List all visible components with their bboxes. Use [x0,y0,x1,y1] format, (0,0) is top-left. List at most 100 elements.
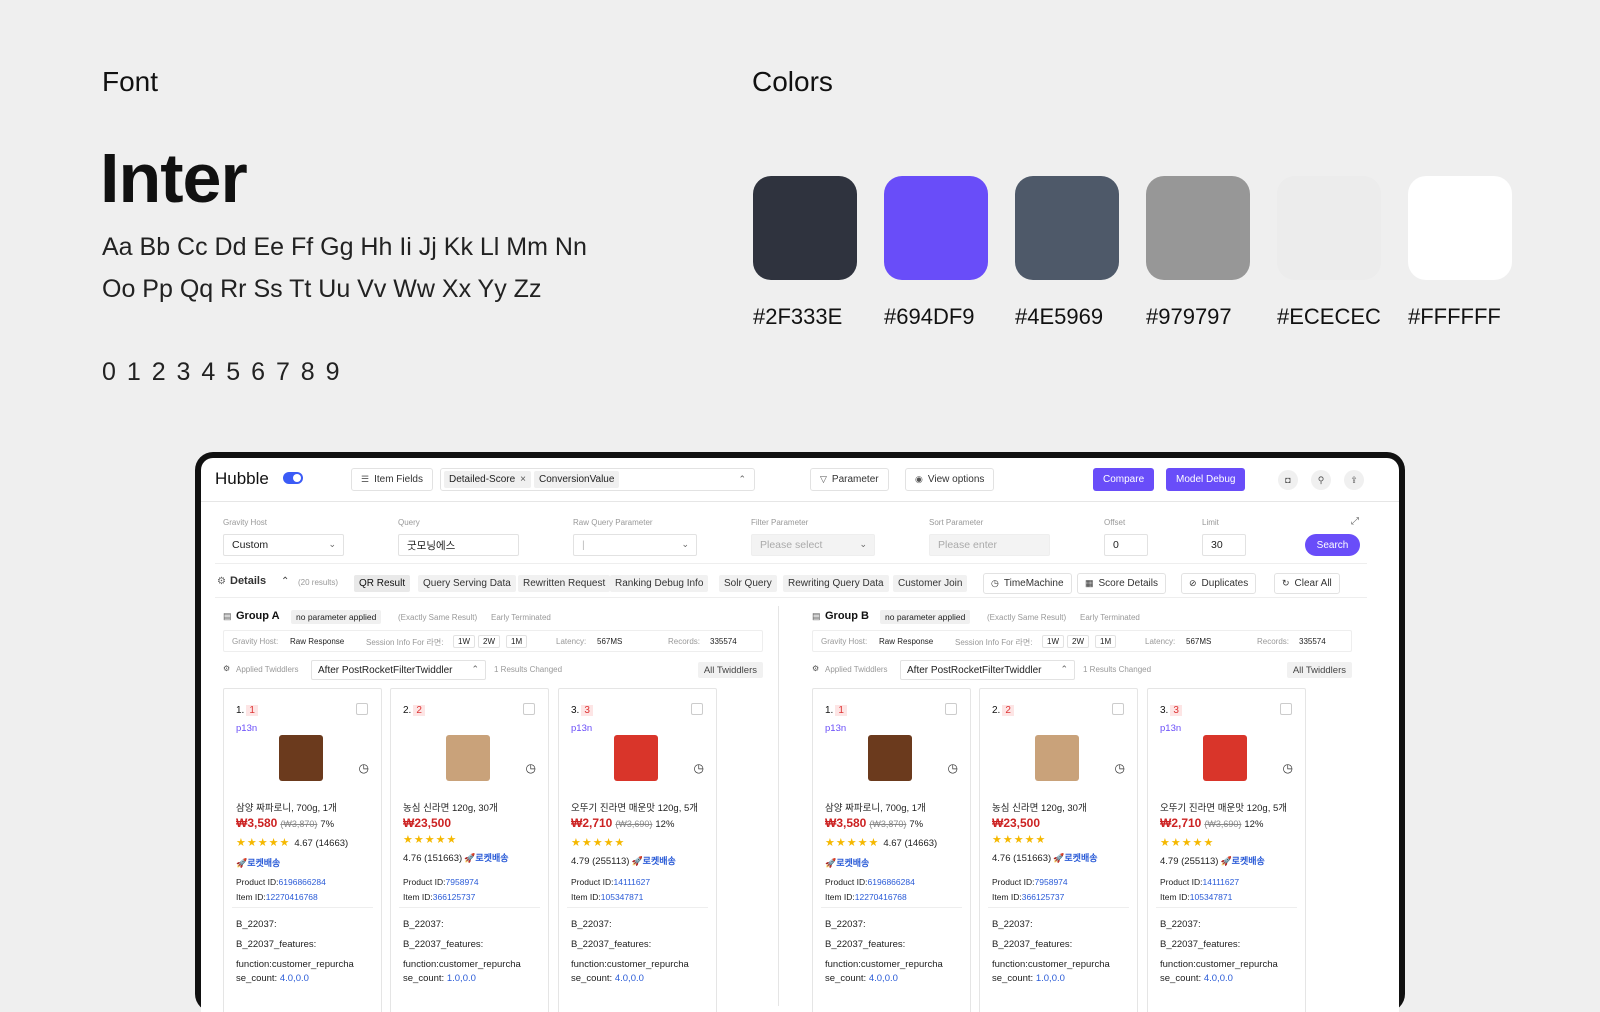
applied-twiddlers-label: Applied Twiddlers [825,665,888,674]
product-id: Product ID:6196866284 [825,877,915,887]
all-twiddlers-button[interactable]: All Twiddlers [1286,662,1352,678]
logo-toggle[interactable] [283,472,303,484]
product-id-value[interactable]: 14111627 [1203,877,1240,887]
item-id-value[interactable]: 12270416768 [855,892,907,902]
history-icon[interactable]: ◷ [526,761,536,775]
raw-query-select[interactable]: | ⌄ [573,534,697,556]
feature-value-number: 4.0,0.0 [868,973,898,984]
history-icon[interactable]: ◷ [1115,761,1125,775]
details-tab[interactable]: Solr Query [719,575,777,592]
offset-input[interactable]: 0 [1104,534,1148,556]
score-fields-select[interactable]: Detailed-Score × ConversionValue ⌃ [440,468,755,491]
results-count: (20 results) [298,578,339,587]
session-2w-chip[interactable]: 2W [478,635,500,648]
item-id-value[interactable]: 366125737 [1022,892,1065,902]
product-image [279,735,323,781]
rating-row: ★★★★★ [1160,836,1214,849]
details-tab[interactable]: Query Serving Data [418,575,516,592]
select-checkbox[interactable] [945,703,957,715]
duplicates-button[interactable]: ⊘ Duplicates [1181,573,1257,594]
session-2w-chip[interactable]: 2W [1067,635,1089,648]
records-value: 335574 [710,637,737,646]
result-group: ▤ Group A no parameter applied (Exactly Sam… [223,606,768,1012]
card-divider [232,907,373,908]
colors-heading: Colors [752,66,833,97]
discount-percent: 7% [909,819,924,830]
select-checkbox[interactable] [691,703,703,715]
product-card[interactable]: 3. 3 p13n ◷ 오뚜기 진라면 매운맛 120g, 5개 ₩2,710 (₩3,69… [1147,688,1306,1012]
session-1w-chip[interactable]: 1W [453,635,475,648]
history-icon[interactable]: ◷ [359,761,369,775]
compare-button[interactable]: Compare [1093,468,1155,491]
session-1m-chip[interactable]: 1M [506,635,528,648]
original-price: (₩3,870) [869,819,907,829]
view-options-button[interactable]: ◉ View options [905,468,995,491]
product-id-value[interactable]: 7958974 [1035,877,1068,887]
link-icon[interactable]: ⚲ [1311,470,1331,490]
product-card[interactable]: 1. 1 p13n ◷ 삼양 짜파로니, 700g, 1개 ₩3,580 (₩3,870) 7… [812,688,971,1012]
product-image [614,735,658,781]
rank-label: 3. 3 [1160,705,1182,716]
limit-input[interactable]: 30 [1202,534,1246,556]
product-id-value[interactable]: 6196866284 [279,877,326,887]
item-id-value[interactable]: 105347871 [601,892,644,902]
gear-icon: ⚙ [217,576,226,587]
parameter-button[interactable]: ▽ Parameter [810,468,889,491]
close-icon[interactable]: × [520,474,526,485]
twiddler-select[interactable]: After PostRocketFilterTwiddler ⌃ [311,660,486,680]
details-tab[interactable]: Rewritten Request [518,575,611,592]
all-twiddlers-button[interactable]: All Twiddlers [697,662,763,678]
product-card[interactable]: 2. 2 ◷ 농심 신라면 120g, 30개 ₩23,500 ★★★★★ 4.76 (15… [979,688,1138,1012]
search-button[interactable]: Search [1305,534,1360,556]
chevron-up-icon[interactable]: ⌃ [281,576,289,587]
share-icon[interactable]: ⇪ [1344,470,1364,490]
select-checkbox[interactable] [523,703,535,715]
query-input[interactable]: 굿모닝에스 [398,534,519,556]
product-card[interactable]: 3. 3 p13n ◷ 오뚜기 진라면 매운맛 120g, 5개 ₩2,710 (₩3,69… [558,688,717,1012]
feature-value: se_count: 4.0,0.0 [236,973,309,984]
time-machine-button[interactable]: ◷ TimeMachine [983,573,1072,594]
select-checkbox[interactable] [356,703,368,715]
details-tab[interactable]: QR Result [354,575,411,592]
alphabet-line-2: Oo Pp Qq Rr Ss Tt Uu Vv Ww Xx Yy Zz [102,275,542,303]
history-icon[interactable]: ◷ [694,761,704,775]
rank-label: 1. 1 [825,705,847,716]
product-id-value[interactable]: 14111627 [614,877,651,887]
details-tab[interactable]: Ranking Debug Info [610,575,709,592]
clear-all-button[interactable]: ↻ Clear All [1274,573,1340,594]
item-id-value[interactable]: 105347871 [1190,892,1233,902]
expand-icon[interactable]: ⤢ [1351,516,1359,527]
item-fields-button[interactable]: ☰ Item Fields [351,468,433,491]
item-id-value[interactable]: 366125737 [433,892,476,902]
score-details-button[interactable]: ▦ Score Details [1077,573,1166,594]
star-rating: ★★★★★ [825,837,880,849]
sort-parameter-input[interactable]: Please enter [929,534,1050,556]
session-1m-chip[interactable]: 1M [1095,635,1117,648]
history-icon[interactable]: ◷ [1283,761,1293,775]
product-id-label: Product ID: [992,877,1035,887]
rating-row: ★★★★★ [992,833,1046,846]
app-screen: Hubble ☰ Item Fields Detailed-Score × Con… [201,458,1399,1012]
product-price: ₩3,580 (₩3,870) 7% [236,816,334,830]
star-rating: ★★★★★ [403,834,458,846]
camera-icon[interactable]: ◘ [1278,470,1298,490]
filter-parameter-select[interactable]: Please select ⌄ [751,534,875,556]
details-tab[interactable]: Rewriting Query Data [783,575,889,592]
item-id-label: Item ID: [992,892,1022,902]
gravity-host-select[interactable]: Custom ⌄ [223,534,344,556]
session-1w-chip[interactable]: 1W [1042,635,1064,648]
history-icon[interactable]: ◷ [948,761,958,775]
details-tab[interactable]: Customer Join [893,575,968,592]
select-checkbox[interactable] [1112,703,1124,715]
product-id-value[interactable]: 6196866284 [868,877,915,887]
model-debug-button[interactable]: Model Debug [1166,468,1246,491]
color-swatch [1277,176,1381,280]
product-card[interactable]: 1. 1 p13n ◷ 삼양 짜파로니, 700g, 1개 ₩3,580 (₩3,870) 7… [223,688,382,1012]
product-card[interactable]: 2. 2 ◷ 농심 신라면 120g, 30개 ₩23,500 ★★★★★ 4.76 (15… [390,688,549,1012]
feature-value-label: se_count: [236,973,280,984]
select-checkbox[interactable] [1280,703,1292,715]
item-id-value[interactable]: 12270416768 [266,892,318,902]
product-id-value[interactable]: 7958974 [446,877,479,887]
twiddler-select[interactable]: After PostRocketFilterTwiddler ⌃ [900,660,1075,680]
parameter-label: Parameter [831,474,879,485]
